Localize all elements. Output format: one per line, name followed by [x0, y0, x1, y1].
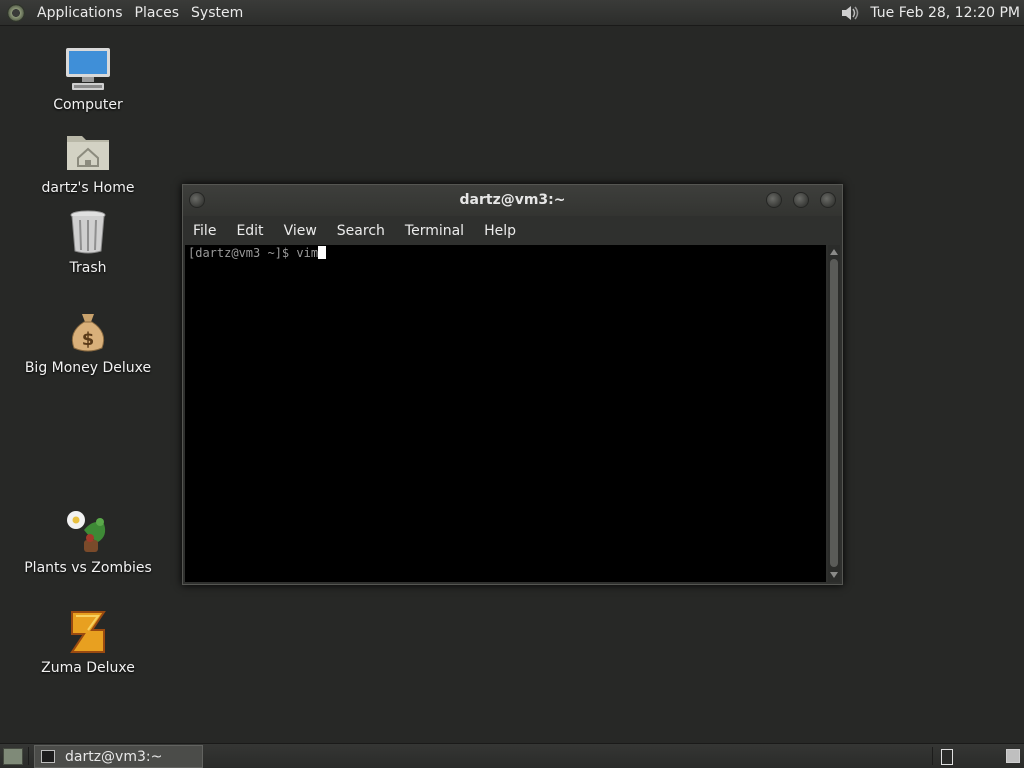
desktop-icon-label: Big Money Deluxe — [24, 360, 152, 376]
window-title: dartz@vm3:~ — [459, 192, 566, 208]
top-panel: Applications Places System Tue Feb 28, 1… — [0, 0, 1024, 26]
scrollbar-thumb[interactable] — [830, 259, 838, 567]
desktop-icon-home[interactable]: dartz's Home — [13, 128, 163, 196]
desktop-icon-label: Computer — [53, 97, 123, 113]
scroll-down-arrow-icon[interactable] — [830, 572, 838, 578]
minimize-button[interactable] — [766, 192, 782, 208]
window-titlebar[interactable]: dartz@vm3:~ — [183, 185, 842, 216]
plants-vs-zombies-icon — [64, 508, 112, 556]
terminal-output[interactable]: [dartz@vm3 ~]$ vim — [185, 245, 826, 582]
workspace-2[interactable] — [1006, 749, 1020, 763]
terminal-icon — [41, 750, 55, 763]
taskbar-button-terminal[interactable]: dartz@vm3:~ — [34, 745, 203, 768]
distro-logo-icon[interactable] — [7, 3, 25, 22]
desktop-icon-big-money[interactable]: $ Big Money Deluxe — [13, 308, 163, 376]
menu-terminal[interactable]: Terminal — [395, 223, 474, 239]
taskbar-button-label: dartz@vm3:~ — [65, 748, 163, 765]
svg-text:$: $ — [82, 329, 95, 350]
menu-view[interactable]: View — [274, 223, 327, 239]
desktop-icon-zuma[interactable]: Zuma Deluxe — [13, 608, 163, 676]
desktop-icon-label: Plants vs Zombies — [24, 560, 152, 576]
menu-help[interactable]: Help — [474, 223, 526, 239]
home-folder-icon — [64, 128, 112, 176]
money-bag-icon: $ — [64, 308, 112, 356]
show-desktop-icon[interactable] — [3, 748, 23, 765]
close-button[interactable] — [820, 192, 836, 208]
menu-file[interactable]: File — [183, 223, 226, 239]
desktop-icon-label: Zuma Deluxe — [41, 660, 135, 676]
places-menu[interactable]: Places — [129, 5, 186, 21]
workspace-1[interactable] — [941, 749, 953, 765]
bottom-panel: dartz@vm3:~ — [0, 743, 1024, 768]
terminal-menubar: File Edit View Search Terminal Help — [183, 216, 842, 245]
applications-menu[interactable]: Applications — [31, 5, 129, 21]
terminal-window: dartz@vm3:~ File Edit View Search Termin… — [182, 184, 843, 585]
desktop-icon-trash[interactable]: Trash — [13, 208, 163, 276]
scroll-up-arrow-icon[interactable] — [830, 249, 838, 255]
clock[interactable]: Tue Feb 28, 12:20 PM — [870, 5, 1020, 21]
system-menu[interactable]: System — [185, 5, 249, 21]
desktop-icon-label: dartz's Home — [41, 180, 135, 196]
panel-separator — [932, 747, 933, 765]
prompt-line: [dartz@vm3 ~]$ vim — [188, 246, 319, 260]
desktop-icon-plants-vs-zombies[interactable]: Plants vs Zombies — [13, 508, 163, 576]
menu-edit[interactable]: Edit — [226, 223, 273, 239]
text-cursor — [318, 246, 327, 259]
menu-search[interactable]: Search — [327, 223, 395, 239]
desktop-icon-computer[interactable]: Computer — [13, 45, 163, 113]
zuma-icon — [64, 608, 112, 656]
trash-icon — [64, 208, 112, 256]
terminal-scrollbar[interactable] — [828, 245, 840, 582]
maximize-button[interactable] — [793, 192, 809, 208]
computer-icon — [64, 45, 112, 93]
desktop-icon-label: Trash — [69, 260, 107, 276]
panel-separator — [28, 747, 29, 765]
volume-icon[interactable] — [840, 4, 862, 22]
